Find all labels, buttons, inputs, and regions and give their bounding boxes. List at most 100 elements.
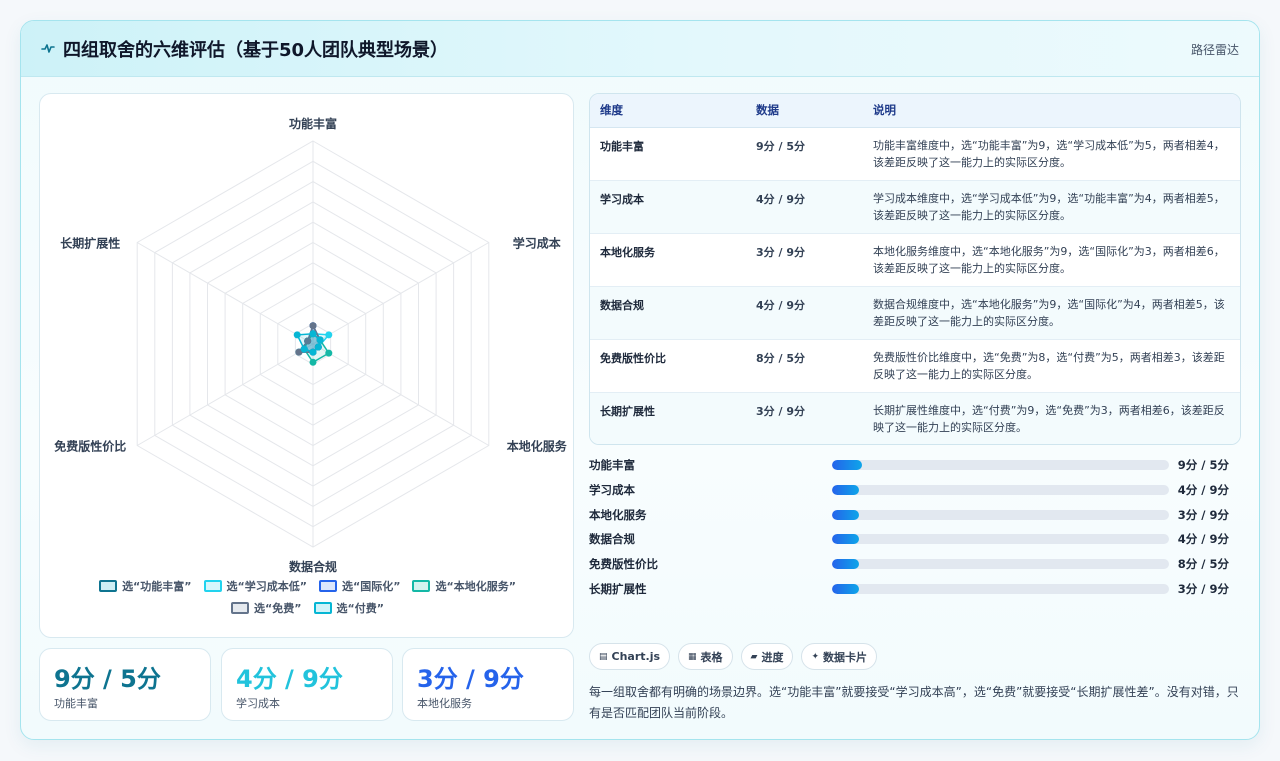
radar-data-point bbox=[314, 343, 322, 351]
progress-row: 学习成本 4分 / 9分 bbox=[589, 480, 1241, 505]
legend-label: 选“学习成本低” bbox=[226, 580, 307, 593]
chip-table[interactable]: ▦ 表格 bbox=[678, 643, 733, 670]
progress-label: 免费版性价比 bbox=[589, 557, 658, 572]
legend-swatch bbox=[203, 580, 222, 592]
stat-card: 4分 / 9分 学习成本 bbox=[221, 648, 393, 721]
column-header: 维度 bbox=[590, 94, 746, 128]
progress-track bbox=[832, 484, 1169, 495]
stat-label: 学习成本 bbox=[236, 697, 280, 710]
chart-legend: 选“功能丰富” 选“学习成本低” 选“国际化” 选“本地化服务” bbox=[60, 578, 555, 594]
legend-item[interactable]: 选“功能丰富” bbox=[99, 578, 192, 594]
evaluation-card: 四组取舍的六维评估（基于50人团队典型场景） 路径雷达 功能丰富 学习成本 本地化服… bbox=[20, 20, 1260, 740]
stat-label: 功能丰富 bbox=[54, 697, 98, 710]
stat-label: 本地化服务 bbox=[417, 697, 472, 710]
progress-fill bbox=[832, 583, 859, 594]
legend-item[interactable]: 选“学习成本低” bbox=[203, 578, 307, 594]
legend-label: 选“免费” bbox=[254, 602, 302, 615]
chip-progress[interactable]: ▰ 进度 bbox=[740, 643, 794, 670]
table-cell-description: 本地化服务维度中，选“本地化服务”为9，选“国际化”为3，两者相差6，该差距反映… bbox=[863, 233, 1240, 287]
progress-row: 本地化服务 3分 / 9分 bbox=[589, 505, 1241, 530]
progress-fill bbox=[832, 559, 859, 570]
table-cell-data: 4分 / 9分 bbox=[746, 286, 863, 340]
table-cell-dimension: 数据合规 bbox=[590, 286, 746, 340]
radar-data-point bbox=[309, 358, 317, 366]
legend-swatch bbox=[231, 602, 250, 614]
legend-item[interactable]: 选“付费” bbox=[313, 600, 384, 616]
header-badge: 路径雷达 bbox=[1190, 43, 1239, 57]
table-cell-dimension: 功能丰富 bbox=[590, 127, 746, 181]
table-cell-dimension: 本地化服务 bbox=[590, 233, 746, 287]
progress-fill bbox=[832, 509, 859, 520]
radar-chart-panel: 功能丰富学习成本本地化服务数据合规 免费版性价比 长期扩展性 选“功能丰富” 选“学… bbox=[39, 93, 574, 638]
radar-axis-label: 长期扩展性 bbox=[60, 236, 120, 251]
stat-card: 3分 / 9分 本地化服务 bbox=[402, 648, 574, 721]
comparison-table-panel: 维度 数据 说明 功能丰富 9分 / 5分 功能丰富维度中，选“功能丰富”为9，… bbox=[589, 93, 1241, 445]
legend-item[interactable]: 选“免费” bbox=[231, 600, 302, 616]
progress-label: 本地化服务 bbox=[589, 507, 647, 522]
table-row: 功能丰富 9分 / 5分 功能丰富维度中，选“功能丰富”为9，选“学习成本低”为… bbox=[590, 127, 1240, 181]
legend-item[interactable]: 选“国际化” bbox=[319, 578, 400, 594]
radar-data-point bbox=[309, 348, 317, 356]
table-cell-data: 9分 / 5分 bbox=[746, 127, 863, 181]
column-header: 数据 bbox=[746, 94, 863, 128]
stat-card: 9分 / 5分 功能丰富 bbox=[39, 648, 211, 721]
radar-axis-label: 本地化服务 bbox=[507, 439, 568, 454]
radar-axis-label: 功能丰富 bbox=[289, 116, 337, 131]
chip-label: Chart.js bbox=[611, 650, 661, 663]
table-row: 本地化服务 3分 / 9分 本地化服务维度中，选“本地化服务”为9，选“国际化”… bbox=[590, 233, 1240, 287]
progress-track bbox=[832, 583, 1169, 594]
stat-value: 3分 / 9分 bbox=[417, 665, 524, 693]
progress-value: 8分 / 5分 bbox=[1177, 557, 1229, 572]
chip-data-card[interactable]: ✦ 数据卡片 bbox=[801, 643, 878, 670]
progress-row: 免费版性价比 8分 / 5分 bbox=[589, 554, 1241, 579]
table-row: 学习成本 4分 / 9分 学习成本维度中，选“学习成本低”为9，选“功能丰富”为… bbox=[590, 180, 1240, 234]
radar-data-point bbox=[309, 322, 317, 330]
progress-track bbox=[832, 460, 1169, 470]
chip-label: 数据卡片 bbox=[823, 650, 868, 664]
progress-track bbox=[832, 509, 1169, 520]
legend-swatch bbox=[412, 580, 431, 592]
legend-swatch bbox=[99, 580, 118, 592]
radar-data-point bbox=[300, 345, 308, 353]
radar-data-point bbox=[309, 330, 317, 338]
radar-axis-label: 数据合规 bbox=[289, 559, 337, 574]
radar-axis-label: 免费版性价比 bbox=[54, 439, 126, 454]
comparison-table: 维度 数据 说明 功能丰富 9分 / 5分 功能丰富维度中，选“功能丰富”为9，… bbox=[590, 94, 1240, 444]
table-cell-description: 长期扩展性维度中，选“付费”为9，选“免费”为3，两者相差6，该差距反映了这一能… bbox=[863, 392, 1240, 444]
legend-label: 选“国际化” bbox=[342, 580, 401, 593]
radar-data-point bbox=[316, 336, 324, 344]
progress-fill bbox=[832, 460, 863, 470]
table-header-row: 维度 数据 说明 bbox=[590, 94, 1240, 128]
radar-data-point bbox=[325, 349, 333, 357]
table-icon: ▦ bbox=[688, 651, 697, 662]
progress-row: 功能丰富 9分 / 5分 bbox=[589, 455, 1241, 480]
progress-value: 4分 / 9分 bbox=[1177, 482, 1229, 497]
radar-axis-label: 学习成本 bbox=[513, 236, 561, 251]
legend-label: 选“付费” bbox=[336, 602, 384, 615]
legend-label: 选“本地化服务” bbox=[435, 580, 516, 593]
card-icon: ✦ bbox=[811, 651, 820, 662]
table-cell-data: 4分 / 9分 bbox=[746, 180, 863, 234]
progress-fill bbox=[832, 484, 859, 495]
table-cell-data: 3分 / 9分 bbox=[746, 392, 863, 444]
progress-icon: ▰ bbox=[750, 651, 758, 662]
progress-list: 功能丰富 9分 / 5分 学习成本 4分 / 9分 本地化服务 3分 / 9分 … bbox=[589, 455, 1241, 604]
progress-label: 长期扩展性 bbox=[589, 581, 647, 596]
chip-chartjs[interactable]: ▤ Chart.js bbox=[589, 643, 671, 670]
stat-value: 4分 / 9分 bbox=[236, 665, 343, 693]
table-cell-description: 数据合规维度中，选“本地化服务”为9，选“国际化”为4，两者相差5，该差距反映了… bbox=[863, 286, 1240, 340]
table-row: 长期扩展性 3分 / 9分 长期扩展性维度中，选“付费”为9，选“免费”为3，两… bbox=[590, 392, 1240, 444]
legend-item[interactable]: 选“本地化服务” bbox=[412, 578, 516, 594]
column-header: 说明 bbox=[863, 94, 1240, 128]
progress-label: 数据合规 bbox=[589, 532, 635, 547]
legend-label: 选“功能丰富” bbox=[122, 580, 192, 593]
card-header: 四组取舍的六维评估（基于50人团队典型场景） 路径雷达 bbox=[21, 21, 1259, 77]
table-cell-dimension: 免费版性价比 bbox=[590, 339, 746, 393]
chart-icon: ▤ bbox=[599, 651, 608, 662]
chart-legend-row2: 选“免费” 选“付费” bbox=[60, 600, 555, 616]
table-cell-data: 3分 / 9分 bbox=[746, 233, 863, 287]
stat-value: 9分 / 5分 bbox=[54, 665, 161, 693]
radar-data-point bbox=[293, 331, 301, 339]
progress-value: 3分 / 9分 bbox=[1177, 507, 1229, 522]
progress-value: 9分 / 5分 bbox=[1177, 458, 1229, 472]
